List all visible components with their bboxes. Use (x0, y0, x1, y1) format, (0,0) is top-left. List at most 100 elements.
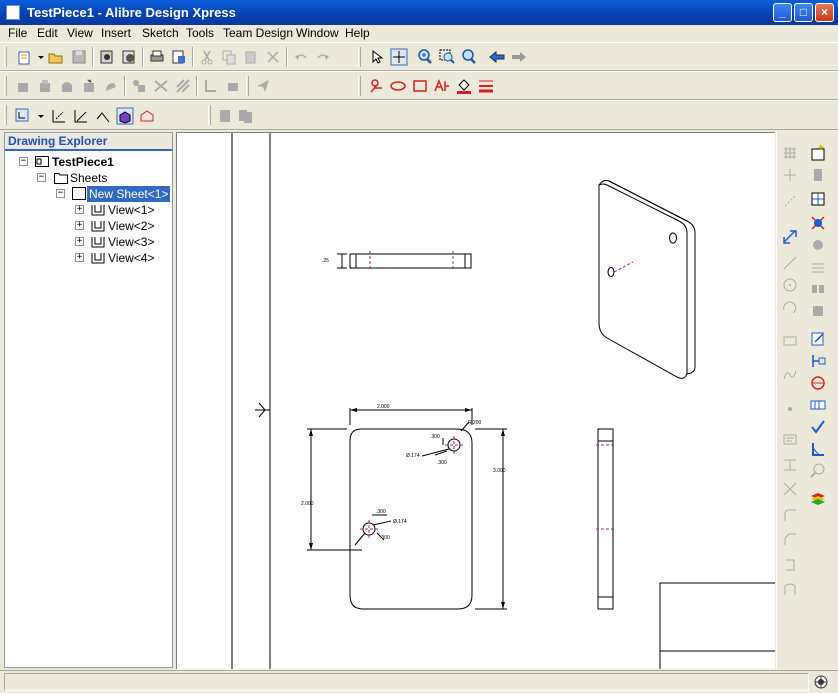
minimize-button[interactable]: _ (773, 3, 792, 22)
x-icon[interactable] (781, 480, 799, 498)
back-arrow-icon[interactable] (488, 48, 506, 66)
menu-team-design[interactable]: Team Design (223, 26, 293, 40)
hatch-pattern-icon[interactable] (809, 258, 827, 276)
toolbar-grip[interactable] (208, 105, 211, 125)
toolbar-grip[interactable] (4, 76, 7, 96)
checkmark-icon[interactable] (809, 418, 827, 436)
balloon-icon[interactable] (202, 77, 220, 95)
rect-icon[interactable] (781, 332, 799, 350)
cut-icon[interactable] (198, 48, 216, 66)
weld-icon[interactable] (809, 236, 827, 254)
menu-tools[interactable]: Tools (186, 26, 214, 40)
text-icon[interactable] (433, 77, 451, 95)
save-icon[interactable] (70, 48, 88, 66)
settings-icon[interactable] (120, 48, 138, 66)
menu-insert[interactable]: Insert (101, 26, 131, 40)
expand-icon[interactable]: + (75, 221, 84, 230)
redo-icon[interactable] (314, 48, 332, 66)
centerline-icon[interactable] (152, 77, 170, 95)
toolbar-grip[interactable] (4, 47, 7, 67)
globe-icon[interactable] (812, 673, 830, 691)
fillet-icon[interactable] (781, 506, 799, 524)
menu-view[interactable]: View (67, 26, 93, 40)
tree-view-item[interactable]: + View<4> (5, 250, 172, 266)
chamfer-icon[interactable] (781, 530, 799, 548)
expand-icon[interactable]: + (75, 253, 84, 262)
point-icon[interactable] (781, 400, 799, 418)
text-tool-icon[interactable] (781, 430, 799, 448)
expand-icon[interactable]: + (75, 205, 84, 214)
isometric-view[interactable] (598, 180, 696, 379)
forward-arrow-icon[interactable] (510, 48, 528, 66)
new-icon[interactable] (16, 48, 34, 66)
surface-finish-icon[interactable] (809, 374, 827, 392)
toolbar-grip[interactable] (4, 105, 7, 125)
zoom-fit-icon[interactable] (460, 48, 478, 66)
menu-file[interactable]: File (8, 26, 27, 40)
menu-window[interactable]: Window (296, 26, 339, 40)
construction-icon[interactable] (781, 192, 799, 210)
delete-icon[interactable] (264, 48, 282, 66)
fill-color-icon[interactable] (455, 77, 473, 95)
menu-help[interactable]: Help (345, 26, 370, 40)
collapse-icon[interactable]: − (37, 173, 46, 182)
tree-view-item[interactable]: + View<2> (5, 218, 172, 234)
menu-edit[interactable]: Edit (37, 26, 58, 40)
ellipse-icon[interactable] (389, 77, 407, 95)
line-icon[interactable] (781, 254, 799, 272)
note-icon[interactable] (809, 330, 827, 348)
lock-icon[interactable] (781, 580, 799, 598)
spline-icon[interactable] (781, 366, 799, 384)
angle-icon[interactable] (809, 440, 827, 458)
view-layout-icon[interactable] (809, 190, 827, 208)
datum-icon[interactable] (809, 352, 827, 370)
tree-sheet[interactable]: − New Sheet<1> (5, 186, 172, 202)
copy-icon[interactable] (220, 48, 238, 66)
expand-icon[interactable]: + (75, 237, 84, 246)
projection-view-icon[interactable] (50, 107, 68, 125)
pages-icon[interactable] (236, 107, 254, 125)
center-mark-icon[interactable] (130, 77, 148, 95)
hole-callout-icon[interactable] (809, 214, 827, 232)
zoom-in-icon[interactable] (416, 48, 434, 66)
crop-view-icon[interactable] (102, 77, 120, 95)
model-icon[interactable] (138, 107, 156, 125)
circle-icon[interactable] (781, 276, 799, 294)
toolbar-grip[interactable] (358, 76, 361, 96)
hatch-icon[interactable] (174, 77, 192, 95)
toolbar-grip[interactable] (358, 47, 361, 67)
tolerance-icon[interactable] (809, 396, 827, 414)
align-icon[interactable] (809, 280, 827, 298)
detail-view-icon[interactable] (58, 77, 76, 95)
collapse-icon[interactable]: − (19, 157, 28, 166)
tree-view-item[interactable]: + View<3> (5, 234, 172, 250)
print-icon[interactable] (148, 48, 166, 66)
menu-sketch[interactable]: Sketch (142, 26, 179, 40)
drawing-canvas[interactable]: .25 2.000 R.200 3.000 2.000 .300 .300 Ø.… (176, 132, 775, 669)
table-icon[interactable] (224, 77, 242, 95)
tree-sheets[interactable]: − Sheets (5, 170, 172, 186)
tree-view-item[interactable]: + View<1> (5, 202, 172, 218)
auxiliary-view-icon[interactable] (72, 107, 90, 125)
close-button[interactable]: × (815, 3, 834, 22)
section-line-icon[interactable] (94, 107, 112, 125)
tree-root[interactable]: − TestPiece1 (5, 154, 172, 170)
annotate-icon[interactable] (254, 77, 272, 95)
standard-view-icon[interactable] (14, 77, 32, 95)
print-preview-icon[interactable] (170, 48, 188, 66)
collapse-icon[interactable]: − (56, 189, 65, 198)
broken-view-icon[interactable] (80, 77, 98, 95)
trim-icon[interactable] (781, 456, 799, 474)
properties-icon[interactable] (98, 48, 116, 66)
toolbar-grip[interactable] (246, 76, 249, 96)
side-view[interactable] (596, 428, 615, 610)
zoom-detail-icon[interactable] (809, 462, 827, 480)
top-view[interactable]: .25 (322, 251, 472, 271)
block-icon[interactable] (809, 302, 827, 320)
rectangle-icon[interactable] (411, 77, 429, 95)
section-view-icon[interactable] (36, 77, 54, 95)
arc-icon[interactable] (781, 298, 799, 316)
new-sheet-icon[interactable] (809, 144, 827, 162)
snap-icon[interactable] (781, 166, 799, 184)
grid-icon[interactable] (781, 144, 799, 162)
